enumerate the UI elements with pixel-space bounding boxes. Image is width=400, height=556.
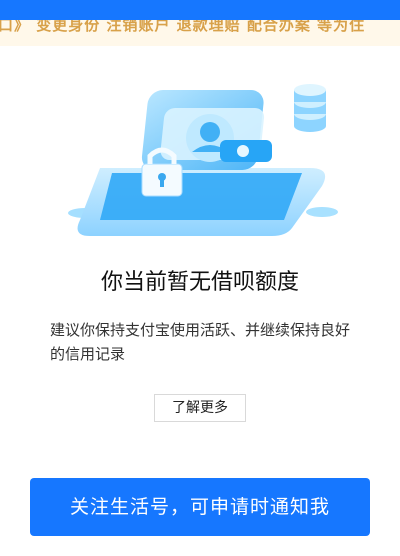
warning-banner: 口》 变更身份 注销账户 退款理赔 配合办案 等为住	[0, 20, 400, 46]
coin-stack-icon	[294, 84, 326, 132]
page: 口》 变更身份 注销账户 退款理赔 配合办案 等为住 你当前暂无借呗额度 建议你…	[0, 0, 400, 556]
follow-account-button[interactable]: 关注生活号，可申请时通知我	[30, 478, 370, 536]
learn-more-button[interactable]: 了解更多	[154, 394, 246, 422]
banner-text: 口》 变更身份 注销账户 退款理赔 配合办案 等为住	[0, 20, 366, 34]
lock-wallet-illustration	[60, 80, 350, 250]
empty-state-description: 建议你保持支付宝使用活跃、并继续保持良好的信用记录	[50, 321, 351, 363]
empty-state-title: 你当前暂无借呗额度	[100, 270, 299, 295]
top-bar	[0, 0, 400, 22]
